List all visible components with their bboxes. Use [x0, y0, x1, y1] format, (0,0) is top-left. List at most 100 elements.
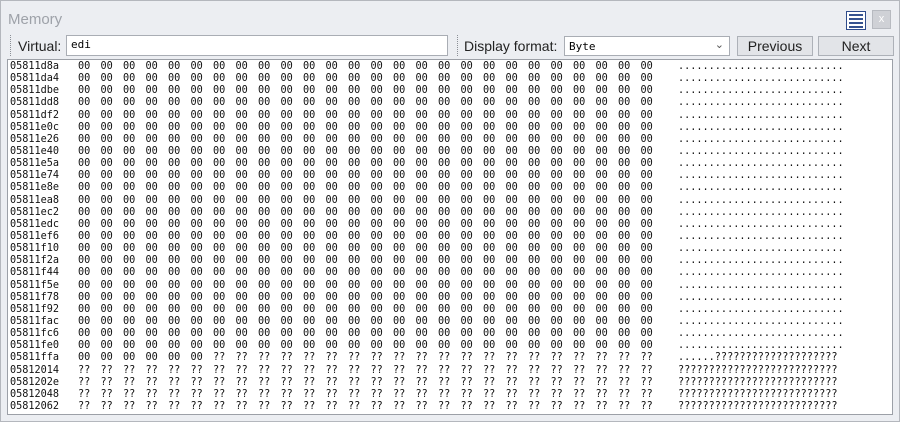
byte-cell: ??: [370, 364, 383, 376]
byte-cell: ??: [348, 364, 361, 376]
byte-cell: 00: [123, 158, 136, 170]
byte-cell: 00: [280, 85, 293, 97]
byte-cell: 00: [145, 218, 158, 230]
options-menu-icon[interactable]: [846, 11, 866, 30]
byte-cell: 00: [573, 133, 586, 145]
byte-cell: 00: [550, 340, 563, 352]
byte-cell: ??: [415, 364, 428, 376]
memory-view[interactable]: 05811d8a 00 00 00 00 00 00 00 00 00 00 00 00 00 00 00 00…: [7, 59, 893, 415]
byte-cell: 00: [573, 85, 586, 97]
byte-cell: 00: [618, 109, 631, 121]
byte-cell: 00: [640, 109, 653, 121]
byte-cell: 00: [573, 303, 586, 315]
memory-row: 05811f78 00 00 00 00 00 00 00 00 00 00 00 00 00 00 00 00…: [10, 292, 878, 304]
display-format-select[interactable]: Byte ⌄: [564, 36, 730, 56]
byte-cell: 00: [483, 291, 496, 303]
byte-cell: 00: [325, 158, 338, 170]
byte-cell: 00: [100, 206, 113, 218]
byte-cell: 00: [618, 267, 631, 279]
byte-cell: 00: [393, 97, 406, 109]
byte-cell: 00: [505, 121, 518, 133]
byte-cell: 00: [483, 133, 496, 145]
row-ascii: ...........................: [678, 218, 844, 230]
row-address: 05812014: [10, 364, 60, 376]
byte-cell: 00: [438, 303, 451, 315]
byte-cell: 00: [460, 133, 473, 145]
byte-cell: 00: [348, 182, 361, 194]
close-button[interactable]: x: [872, 10, 891, 29]
byte-cell: 00: [78, 315, 91, 327]
memory-row: 05811ec2 00 00 00 00 00 00 00 00 00 00 00 00 00 00 00 00…: [10, 207, 878, 219]
row-ascii: ...........................: [678, 194, 844, 206]
byte-cell: 00: [100, 61, 113, 72]
byte-cell: 00: [438, 121, 451, 133]
byte-cell: 00: [235, 206, 248, 218]
byte-cell: 00: [100, 291, 113, 303]
byte-cell: 00: [280, 279, 293, 291]
row-ascii: ...........................: [678, 340, 844, 352]
byte-cell: 00: [415, 291, 428, 303]
byte-cell: 00: [168, 255, 181, 267]
byte-cell: 00: [370, 340, 383, 352]
byte-cell: 00: [438, 73, 451, 85]
byte-cell: 00: [483, 97, 496, 109]
byte-cell: 00: [190, 145, 203, 157]
byte-cell: 00: [393, 340, 406, 352]
row-address: 05811ea8: [10, 194, 60, 206]
memory-row: 05811fe0 00 00 00 00 00 00 00 00 00 00 00 00 00 00 00 00…: [10, 340, 878, 352]
row-address: 05811dbe: [10, 85, 60, 97]
byte-cell: 00: [78, 194, 91, 206]
byte-cell: 00: [595, 243, 608, 255]
byte-cell: 00: [640, 145, 653, 157]
byte-cell: 00: [393, 328, 406, 340]
byte-cell: ??: [78, 400, 91, 412]
memory-row: 05811f10 00 00 00 00 00 00 00 00 00 00 00 00 00 00 00 00…: [10, 243, 878, 255]
byte-cell: 00: [438, 182, 451, 194]
memory-row: 05812014????????????????????????????????…: [10, 365, 878, 377]
byte-cell: 00: [640, 315, 653, 327]
memory-row: 05811e40 00 00 00 00 00 00 00 00 00 00 00 00 00 00 00 00…: [10, 146, 878, 158]
byte-cell: 00: [258, 61, 271, 72]
byte-cell: 00: [123, 109, 136, 121]
byte-cell: 00: [573, 170, 586, 182]
byte-cell: ??: [438, 400, 451, 412]
byte-cell: 00: [235, 291, 248, 303]
byte-cell: ??: [213, 400, 226, 412]
row-bytes: 00 00 00 00 00 00 00 00 00 00 00 00 00 00 00 00 00 00 00 00…: [78, 267, 666, 279]
byte-cell: 00: [528, 145, 541, 157]
byte-cell: 00: [78, 328, 91, 340]
byte-cell: ??: [370, 400, 383, 412]
virtual-address-input[interactable]: edi: [66, 35, 448, 56]
row-address: 05811f10: [10, 243, 60, 255]
byte-cell: 00: [483, 206, 496, 218]
byte-cell: 00: [190, 133, 203, 145]
memory-row: 05811d8a 00 00 00 00 00 00 00 00 00 00 00 00 00 00 00 00…: [10, 61, 878, 73]
byte-cell: 00: [415, 243, 428, 255]
byte-cell: 00: [145, 206, 158, 218]
byte-cell: 00: [190, 279, 203, 291]
byte-cell: ??: [370, 352, 383, 364]
byte-cell: ??: [393, 364, 406, 376]
byte-cell: 00: [348, 73, 361, 85]
byte-cell: 00: [460, 243, 473, 255]
previous-button[interactable]: Previous: [737, 36, 813, 56]
row-ascii: ...........................: [678, 61, 844, 72]
next-button[interactable]: Next: [818, 36, 894, 56]
byte-cell: 00: [213, 243, 226, 255]
byte-cell: 00: [528, 315, 541, 327]
byte-cell: 00: [325, 218, 338, 230]
byte-cell: 00: [100, 158, 113, 170]
byte-cell: 00: [528, 328, 541, 340]
byte-cell: ??: [573, 352, 586, 364]
byte-cell: 00: [213, 328, 226, 340]
byte-cell: 00: [505, 170, 518, 182]
byte-cell: 00: [168, 121, 181, 133]
byte-cell: ??: [483, 364, 496, 376]
byte-cell: 00: [460, 267, 473, 279]
byte-cell: 00: [123, 243, 136, 255]
byte-cell: 00: [280, 255, 293, 267]
byte-cell: ??: [303, 388, 316, 400]
byte-cell: 00: [550, 109, 563, 121]
byte-cell: 00: [595, 85, 608, 97]
byte-cell: 00: [415, 133, 428, 145]
